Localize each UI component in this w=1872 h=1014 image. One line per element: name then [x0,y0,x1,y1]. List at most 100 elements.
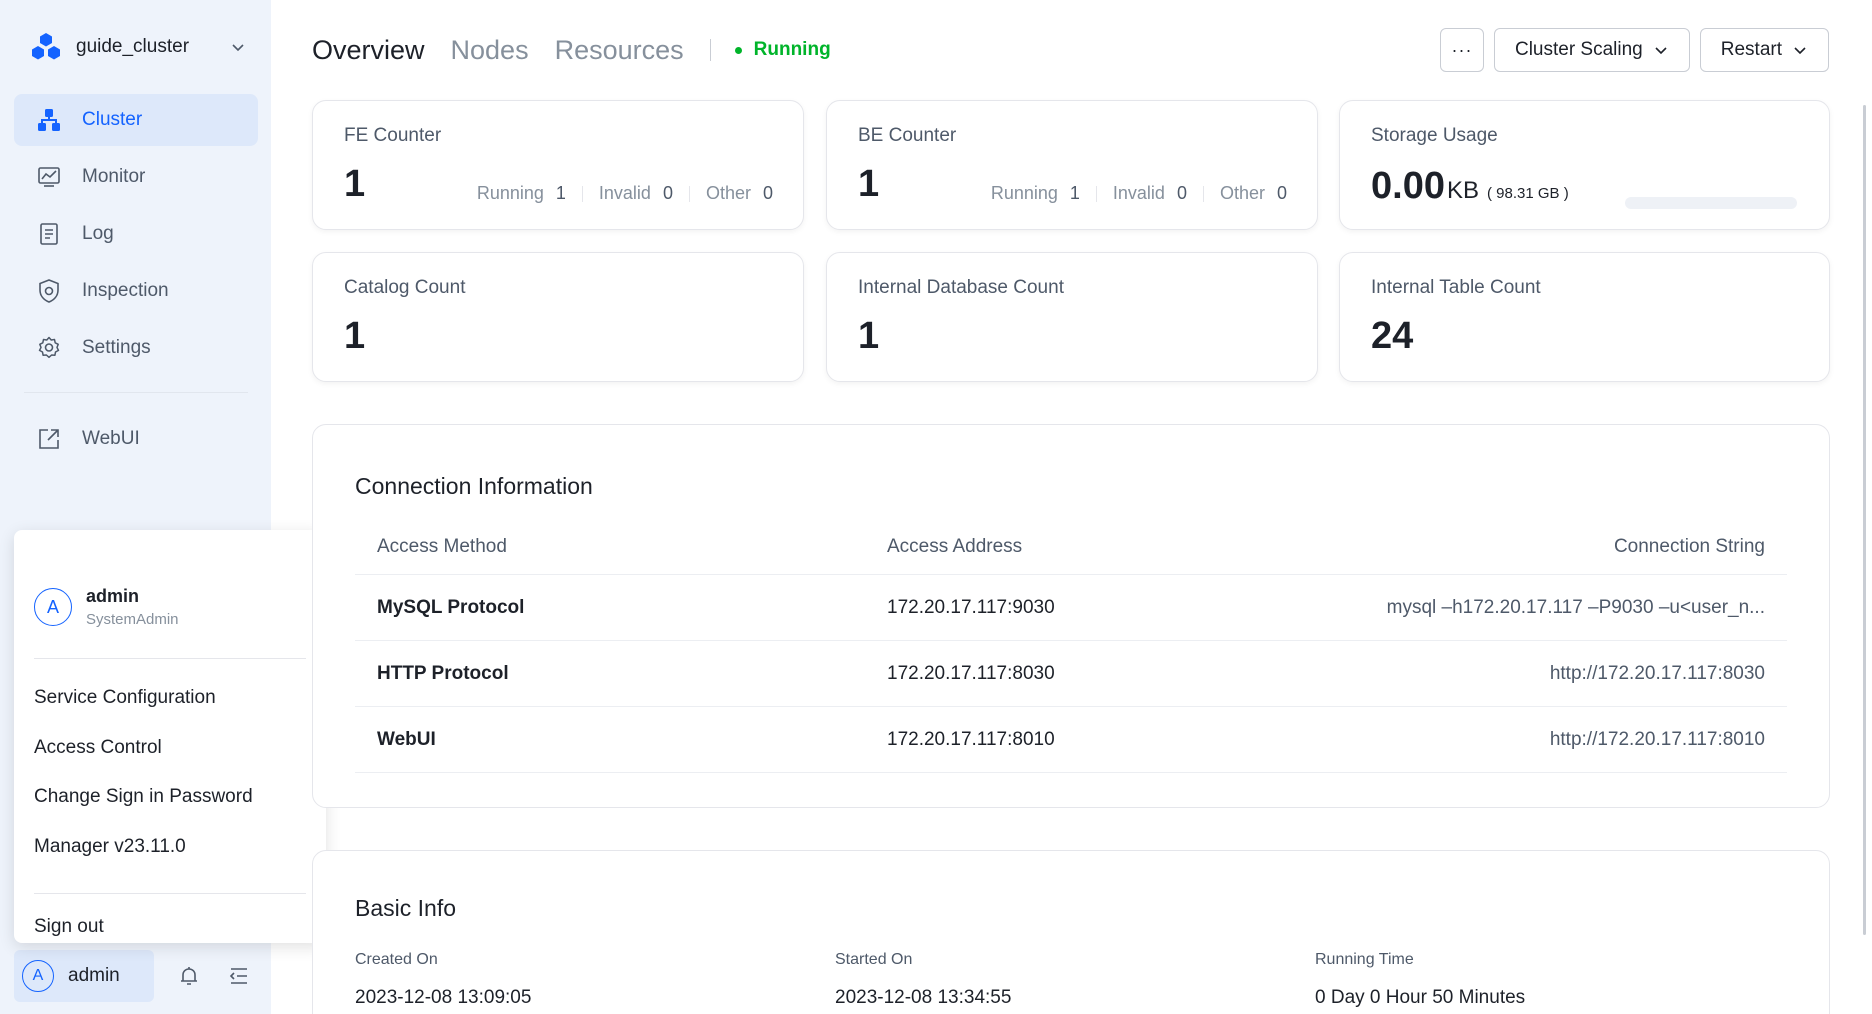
popup-username: admin [86,586,140,606]
field-value: 0 Day 0 Hour 50 Minutes [1315,987,1526,1008]
running-count: 1 [555,183,566,203]
connection-string[interactable]: mysql –h172.20.17.117 –P9030 –u<user_n..… [1363,597,1787,619]
notification-button[interactable] [174,961,204,991]
menu-item-change-password[interactable]: Change Sign in Password [34,782,326,832]
fe-counter-card: FE Counter 1 Running 1 Invalid 0 Other 0 [312,100,804,230]
sidebar-bottom-bar: A admin [14,950,264,1002]
sidebar-nav: Cluster Monitor Log Inspection Settings … [14,94,258,470]
avatar: A [34,588,72,626]
access-address[interactable]: 172.20.17.117:8010 [887,729,1363,751]
cluster-icon [38,109,60,131]
table-row: HTTP Protocol 172.20.17.117:8030 http://… [355,641,1787,707]
sidebar-item-settings[interactable]: Settings [14,322,258,374]
tab-resources[interactable]: Resources [555,35,684,66]
card-title: BE Counter [858,125,957,146]
popup-menu-list: Service Configuration Access Control Cha… [14,659,326,881]
tab-nodes[interactable]: Nodes [451,35,529,66]
other-label: Other [1219,183,1265,203]
chevron-down-icon [1794,47,1806,55]
storage-value: 0.00 KB ( 98.31 GB ) [1371,165,1569,208]
basic-info-panel: Basic Info Created On 2023-12-08 13:09:0… [312,850,1830,1014]
access-method: MySQL Protocol [377,596,525,618]
other-count: 0 [1276,183,1287,203]
card-value: 1 [858,315,880,357]
basic-info-fields: Created On 2023-12-08 13:09:05 Started O… [355,951,1795,1009]
connection-info-panel: Connection Information Access Method Acc… [312,424,1830,808]
column-header: Connection String [1613,536,1765,557]
cluster-switcher[interactable]: guide_cluster [30,30,250,64]
user-menu-button[interactable]: A admin [14,950,154,1002]
storage-used: 0.00 [1371,165,1445,207]
bell-icon [181,967,197,985]
access-address[interactable]: 172.20.17.117:8030 [887,663,1363,685]
monitor-icon [38,167,60,187]
field-value: 2023-12-08 13:09:05 [355,987,532,1008]
table-row: WebUI 172.20.17.117:8010 http://172.20.1… [355,707,1787,773]
collapse-sidebar-button[interactable] [224,961,254,991]
invalid-label: Invalid [598,183,651,203]
other-label: Other [705,183,751,203]
cluster-name: guide_cluster [76,36,190,57]
menu-item-service-configuration[interactable]: Service Configuration [34,683,326,733]
nav-divider [24,392,248,393]
card-title: Storage Usage [1371,125,1498,146]
sidebar-item-webui[interactable]: WebUI [14,413,258,465]
running-count: 1 [1069,183,1080,203]
chevron-down-icon [1655,47,1667,55]
sidebar-item-monitor[interactable]: Monitor [14,151,258,203]
page-scrollbar[interactable] [1863,105,1866,935]
cluster-scaling-button[interactable]: Cluster Scaling [1493,28,1690,72]
shield-icon [39,279,59,303]
access-address[interactable]: 172.20.17.117:9030 [887,597,1363,619]
column-header: Access Method [377,536,507,557]
field-label: Created On [355,951,438,968]
stat-divider [1095,185,1097,202]
collapse-menu-icon [229,968,247,984]
popup-user-info: A admin SystemAdmin [14,530,326,644]
access-method: HTTP Protocol [377,662,509,684]
cluster-status: Running [734,39,831,61]
stat-divider [581,185,583,202]
card-value: 1 [858,163,880,205]
page-tabs: Overview Nodes Resources Running [312,30,831,70]
internal-database-count-card: Internal Database Count 1 [826,252,1318,382]
internal-table-count-card: Internal Table Count 24 [1339,252,1830,382]
sidebar-item-label: Log [82,223,114,244]
card-title: Internal Table Count [1371,277,1541,298]
sidebar-item-label: Settings [82,337,151,358]
invalid-count: 0 [1176,183,1187,203]
avatar: A [22,960,54,992]
menu-item-manager-version[interactable]: Manager v23.11.0 [34,832,326,882]
be-counter-card: BE Counter 1 Running 1 Invalid 0 Other 0 [826,100,1318,230]
log-icon [40,223,58,245]
chevron-down-icon [232,44,244,52]
menu-item-access-control[interactable]: Access Control [34,733,326,783]
restart-button[interactable]: Restart [1699,28,1829,72]
table-header: Access Method Access Address Connection … [355,520,1787,575]
created-on-field: Created On 2023-12-08 13:09:05 [355,951,835,1009]
sidebar-item-label: Inspection [82,280,169,301]
field-value: 2023-12-08 13:34:55 [835,987,1012,1008]
table-row: MySQL Protocol 172.20.17.117:9030 mysql … [355,575,1787,641]
connection-string[interactable]: http://172.20.17.117:8010 [1363,729,1787,751]
panel-title: Connection Information [355,473,593,499]
status-dot-icon [734,46,742,54]
card-value: 24 [1371,315,1414,357]
access-method: WebUI [377,728,436,750]
restart-label: Restart [1720,39,1782,60]
panel-title: Basic Info [355,895,456,921]
more-actions-button[interactable]: ··· [1439,28,1484,72]
tab-overview[interactable]: Overview [312,35,425,66]
tab-divider [709,39,711,61]
sidebar-item-label: Cluster [82,109,143,130]
connection-string[interactable]: http://172.20.17.117:8030 [1363,663,1787,685]
other-count: 0 [762,183,773,203]
sidebar-item-log[interactable]: Log [14,208,258,260]
sidebar-item-inspection[interactable]: Inspection [14,265,258,317]
sidebar-item-cluster[interactable]: Cluster [14,94,258,146]
storage-usage-card: Storage Usage 0.00 KB ( 98.31 GB ) [1339,100,1830,230]
field-label: Started On [835,951,913,968]
storage-unit: KB [1446,177,1479,204]
sign-out-button[interactable]: Sign out [14,894,326,938]
popup-user-role: SystemAdmin [86,611,179,628]
